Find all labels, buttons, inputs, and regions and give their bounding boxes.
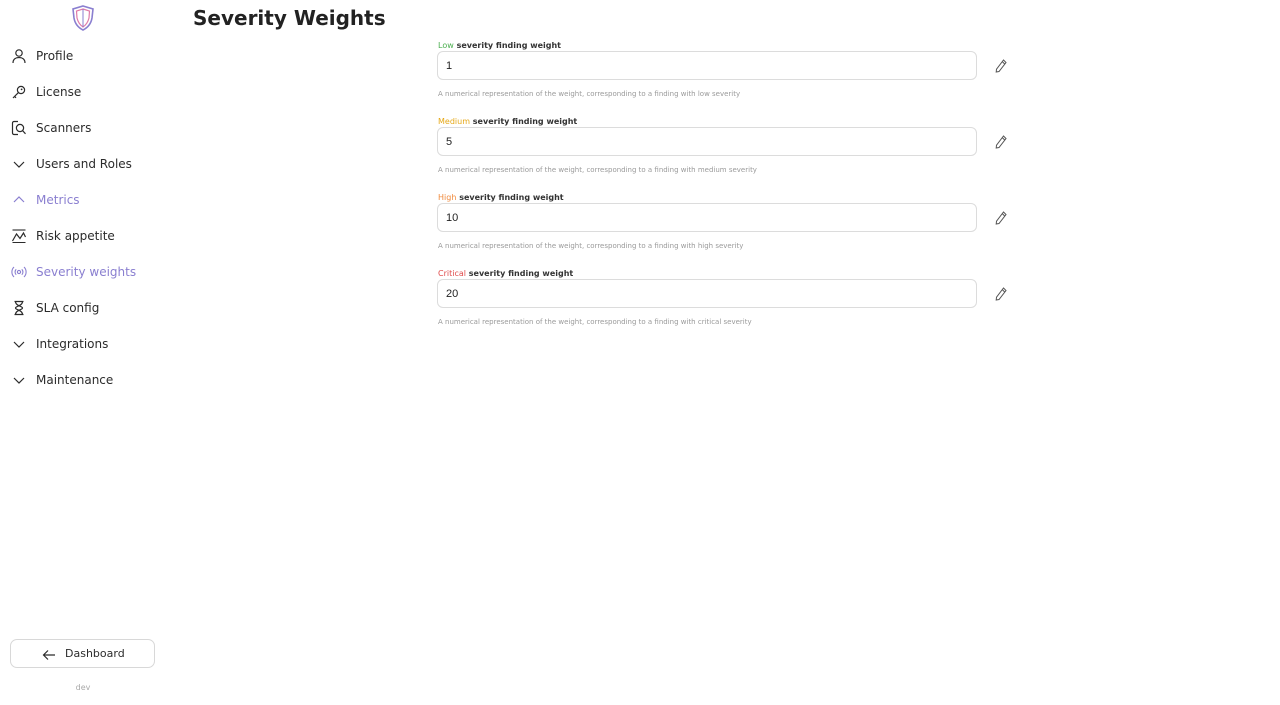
trend-chart-icon <box>10 227 28 245</box>
medium-weight-help-text: A numerical representation of the weight… <box>438 166 757 174</box>
sidebar-item-severity-weights[interactable]: Severity weights <box>0 260 166 284</box>
sidebar-item-metrics[interactable]: Metrics <box>0 188 166 212</box>
dashboard-button-label: Dashboard <box>65 647 125 660</box>
critical-weight-help-text: A numerical representation of the weight… <box>438 318 752 326</box>
high-weight-help-text: A numerical representation of the weight… <box>438 242 744 250</box>
edit-pencil-icon[interactable] <box>995 58 1007 73</box>
label-suffix: severity finding weight <box>468 269 574 278</box>
sidebar-item-profile[interactable]: Profile <box>0 44 166 68</box>
sidebar-item-sla-config[interactable]: SLA config <box>0 296 166 320</box>
user-icon <box>10 47 28 65</box>
label-suffix: severity finding weight <box>472 117 578 126</box>
hourglass-icon <box>10 299 28 317</box>
severity-medium-text: Medium <box>438 117 470 126</box>
critical-weight-input[interactable] <box>437 279 977 308</box>
sidebar: Profile License Scanners Users and Roles… <box>0 0 166 705</box>
label-suffix: severity finding weight <box>456 41 562 50</box>
sidebar-item-label: Maintenance <box>36 373 114 387</box>
sidebar-item-integrations[interactable]: Integrations <box>0 332 166 356</box>
label-suffix: severity finding weight <box>459 193 564 202</box>
severity-critical-text: Critical <box>438 269 466 278</box>
sidebar-item-users-and-roles[interactable]: Users and Roles <box>0 152 166 176</box>
sidebar-item-scanners[interactable]: Scanners <box>0 116 166 140</box>
key-icon <box>10 83 28 101</box>
scan-search-icon <box>10 119 28 137</box>
environment-label: dev <box>75 683 91 692</box>
sidebar-item-label: Severity weights <box>36 265 137 279</box>
chevron-up-icon <box>10 191 28 209</box>
low-weight-input[interactable] <box>437 51 977 80</box>
sidebar-item-label: Scanners <box>36 121 92 135</box>
medium-weight-input[interactable] <box>437 127 977 156</box>
sidebar-item-label: SLA config <box>36 301 100 315</box>
sidebar-item-license[interactable]: License <box>0 80 166 104</box>
sidebar-item-label: Metrics <box>36 193 80 207</box>
page-title: Severity Weights <box>193 6 386 30</box>
chevron-down-icon <box>10 155 28 173</box>
logo-shield-icon[interactable] <box>71 5 95 31</box>
sidebar-item-risk-appetite[interactable]: Risk appetite <box>0 224 166 248</box>
severity-high-text: High <box>438 193 457 202</box>
sidebar-item-label: Users and Roles <box>36 157 132 171</box>
edit-pencil-icon[interactable] <box>995 286 1007 301</box>
sidebar-item-maintenance[interactable]: Maintenance <box>0 368 166 392</box>
sidebar-item-label: Integrations <box>36 337 109 351</box>
low-weight-help-text: A numerical representation of the weight… <box>438 90 741 98</box>
sidebar-item-label: Profile <box>36 49 74 63</box>
sidebar-item-label: License <box>36 85 82 99</box>
sidebar-item-label: Risk appetite <box>36 229 115 243</box>
severity-low-text: Low <box>438 41 454 50</box>
high-weight-input[interactable] <box>437 203 977 232</box>
dashboard-button[interactable]: Dashboard <box>10 639 155 668</box>
edit-pencil-icon[interactable] <box>995 134 1007 149</box>
arrow-left-icon <box>42 647 56 661</box>
edit-pencil-icon[interactable] <box>995 210 1007 225</box>
chevron-down-icon <box>10 335 28 353</box>
chevron-down-icon <box>10 371 28 389</box>
radio-waves-icon <box>10 263 28 281</box>
